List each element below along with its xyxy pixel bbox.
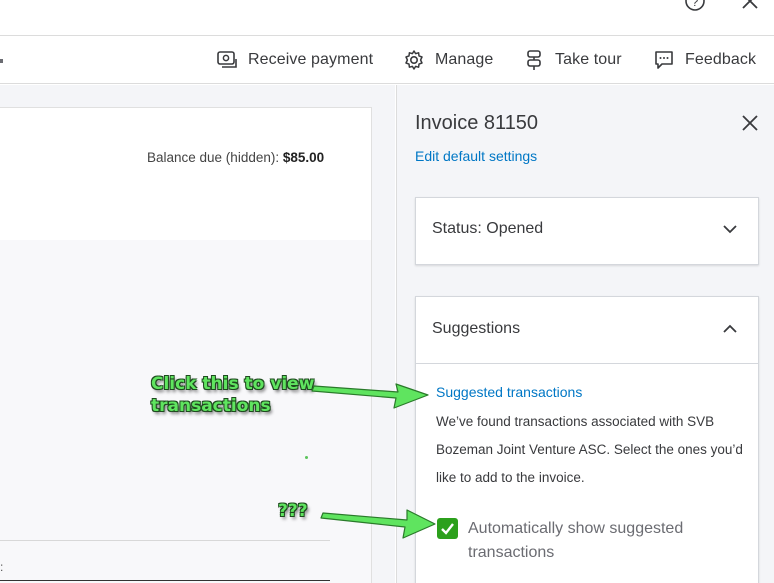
annotation-click-line2: transactions	[151, 396, 271, 416]
manage-button[interactable]: Manage	[403, 48, 493, 72]
chevron-down-icon[interactable]	[721, 222, 739, 236]
toolbar-edge-marker	[0, 59, 3, 63]
field-label-fragment: :	[0, 560, 4, 574]
take-tour-label: Take tour	[555, 51, 622, 68]
annotation-arrow-icon	[311, 383, 429, 409]
feedback-label: Feedback	[685, 51, 757, 68]
panel-title: Invoice 81150	[415, 112, 539, 134]
invoice-form-header	[0, 108, 371, 240]
receive-payment-icon	[217, 51, 237, 68]
suggestions-title: Suggestions	[432, 320, 521, 337]
annotation-arrow-icon	[320, 509, 436, 539]
field-underline	[0, 580, 330, 581]
annotation-click-note: Click this to view transactions	[151, 373, 314, 417]
edit-default-settings-link[interactable]: Edit default settings	[415, 148, 537, 164]
balance-due-label: Balance due (hidden):	[147, 150, 283, 165]
suggested-transactions-link[interactable]: Suggested transactions	[436, 384, 582, 400]
close-window-icon[interactable]	[740, 0, 760, 12]
auto-show-checkbox[interactable]	[437, 518, 458, 539]
help-icon[interactable]: ?	[684, 0, 706, 12]
annotation-question-note: ???	[278, 501, 308, 521]
annotation-click-line1: Click this to view	[151, 374, 315, 394]
manage-label: Manage	[435, 51, 494, 68]
svg-text:?: ?	[692, 0, 699, 9]
suggestions-description: We’ve found transactions associated with…	[436, 414, 743, 485]
take-tour-button[interactable]: Take tour	[525, 48, 622, 72]
stray-dot	[305, 456, 308, 459]
chat-bubble-icon	[655, 51, 673, 69]
close-panel-icon[interactable]	[740, 113, 760, 133]
tour-icon	[527, 50, 541, 70]
top-bar	[0, 0, 774, 36]
form-divider	[0, 540, 330, 541]
receive-payment-button[interactable]: Receive payment	[216, 48, 373, 72]
feedback-button[interactable]: Feedback	[653, 48, 756, 72]
receive-payment-label: Receive payment	[248, 51, 374, 68]
auto-show-checkbox-label[interactable]: Automatically show suggested transaction…	[468, 517, 728, 565]
balance-due: Balance due (hidden): $85.00	[147, 150, 324, 165]
checkmark-icon	[441, 523, 454, 535]
suggestions-divider	[416, 363, 758, 364]
status-label: Status: Opened	[432, 220, 544, 237]
balance-due-value: $85.00	[282, 150, 325, 165]
chevron-up-icon[interactable]	[721, 322, 739, 336]
gear-icon	[405, 50, 423, 70]
